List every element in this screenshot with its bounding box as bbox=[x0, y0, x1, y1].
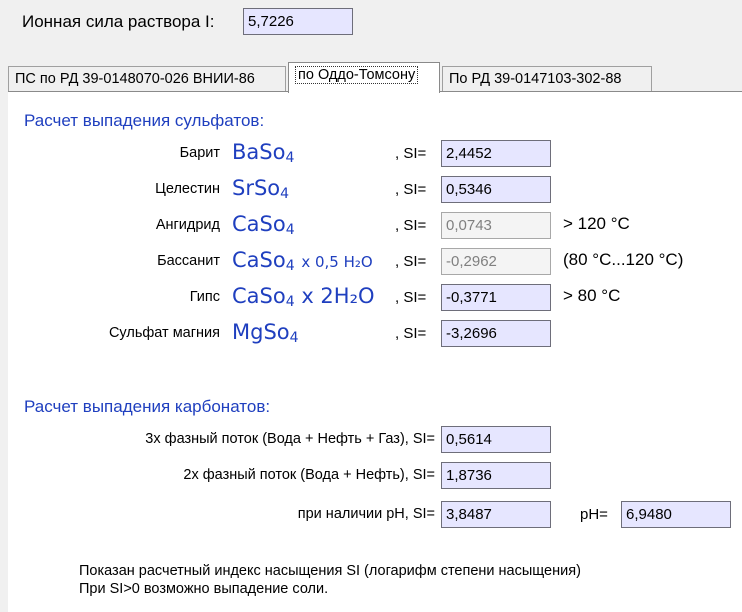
tab-bar: ПС по РД 39-0148070-026 ВНИИ-86 по Оддо-… bbox=[8, 62, 742, 93]
note-line-1: Показан расчетный индекс насыщения SI (л… bbox=[79, 563, 581, 579]
si-field-ph[interactable]: 3,8487 bbox=[441, 501, 551, 528]
si-label: , SI= bbox=[395, 253, 427, 270]
carbonate-3phase-label: 3х фазный поток (Вода + Нефть + Газ), SI… bbox=[145, 431, 435, 447]
tab-oddo-tomson[interactable]: по Оддо-Томсону bbox=[288, 62, 440, 93]
temperature-condition: (80 °C...120 °C) bbox=[563, 250, 684, 269]
mineral-name-anhydrite: Ангидрид bbox=[155, 217, 220, 233]
mineral-name-bassanite: Бассанит bbox=[157, 253, 220, 269]
si-label: , SI= bbox=[395, 181, 427, 198]
mineral-name-barite: Барит bbox=[179, 145, 220, 161]
si-field-gypsum[interactable]: -0,3771 bbox=[441, 284, 551, 311]
si-field-anhydrite[interactable]: 0,0743 bbox=[441, 212, 551, 239]
formula-srso4: SrSo4 bbox=[232, 176, 290, 202]
tab-panel bbox=[8, 91, 742, 612]
carbonate-ph-label: при наличии pH, SI= bbox=[297, 506, 435, 522]
mineral-name-celestine: Целестин bbox=[155, 181, 220, 197]
si-field-2phase[interactable]: 1,8736 bbox=[441, 462, 551, 489]
tab-ps-rd-39-0148070[interactable]: ПС по РД 39-0148070-026 ВНИИ-86 bbox=[8, 66, 286, 92]
carbonate-2phase-label: 2х фазный поток (Вода + Нефть), SI= bbox=[183, 467, 435, 483]
formula-mgso4: MgSo4 bbox=[232, 320, 299, 346]
formula-caso4-hemihydrate: CaSo4 x 0,5 H₂O bbox=[232, 248, 373, 274]
si-field-magnesium-sulfate[interactable]: -3,2696 bbox=[441, 320, 551, 347]
si-label: , SI= bbox=[395, 289, 427, 306]
tab-label: по Оддо-Томсону bbox=[295, 66, 419, 84]
formula-caso4: CaSo4 bbox=[232, 212, 295, 238]
formula-baso4: BaSo4 bbox=[232, 140, 295, 166]
sulfates-section-title: Расчет выпадения сульфатов: bbox=[24, 111, 265, 130]
mineral-name-magnesium-sulfate: Сульфат магния bbox=[108, 325, 220, 341]
ionic-strength-label: Ионная сила раствора I: bbox=[22, 12, 215, 31]
carbonates-section-title: Расчет выпадения карбонатов: bbox=[24, 397, 271, 416]
si-field-barite[interactable]: 2,4452 bbox=[441, 140, 551, 167]
ionic-strength-field[interactable]: 5,7226 bbox=[243, 8, 353, 35]
si-label: , SI= bbox=[395, 325, 427, 342]
temperature-condition: > 120 °C bbox=[563, 214, 630, 233]
si-field-3phase[interactable]: 0,5614 bbox=[441, 426, 551, 453]
tab-rd-39-0147103[interactable]: По РД 39-0147103-302-88 bbox=[442, 66, 652, 92]
si-field-bassanite[interactable]: -0,2962 bbox=[441, 248, 551, 275]
ph-field[interactable]: 6,9480 bbox=[621, 501, 731, 528]
temperature-condition: > 80 °C bbox=[563, 286, 621, 305]
tab-label: По РД 39-0147103-302-88 bbox=[449, 71, 622, 87]
formula-caso4-dihydrate: CaSo4 x 2H₂O bbox=[232, 284, 375, 310]
si-label: , SI= bbox=[395, 217, 427, 234]
si-label: , SI= bbox=[395, 145, 427, 162]
tab-label: ПС по РД 39-0148070-026 ВНИИ-86 bbox=[15, 71, 255, 87]
mineral-name-gypsum: Гипс bbox=[189, 289, 220, 305]
ph-label: pH= bbox=[580, 506, 608, 523]
si-field-celestine[interactable]: 0,5346 bbox=[441, 176, 551, 203]
note-line-2: При SI>0 возможно выпадение соли. bbox=[79, 581, 329, 597]
